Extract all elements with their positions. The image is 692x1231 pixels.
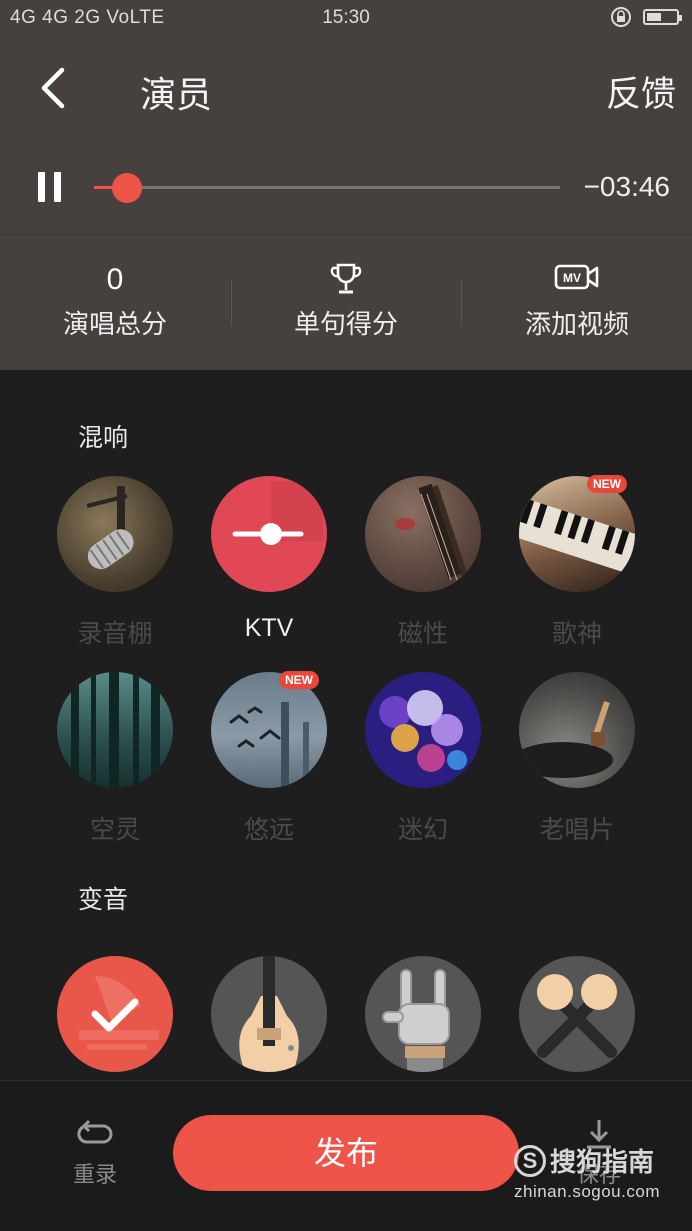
battery-icon — [643, 9, 682, 25]
record-player-icon — [519, 701, 613, 778]
effect-psychedelic[interactable]: 迷幻 — [363, 672, 483, 846]
effect-label: 空灵 — [89, 816, 140, 844]
remaining-time: −03:46 — [583, 171, 670, 202]
watermark-url: zhinan.sogou.com — [514, 1182, 660, 1201]
effect-singer-god[interactable]: NEW 歌神 — [517, 475, 637, 650]
total-score-value: 0 — [106, 263, 124, 296]
line-score-label: 单句得分 — [293, 309, 398, 339]
redo-icon — [77, 1119, 113, 1144]
total-score: 0 演唱总分 — [0, 262, 230, 341]
feedback-button[interactable]: 反馈 — [606, 66, 676, 117]
piano-icon — [519, 495, 635, 578]
birds-bridge-icon — [229, 702, 309, 788]
effect-label: 录音棚 — [77, 620, 153, 648]
add-video-label: 添加视频 — [524, 309, 629, 339]
ktv-slider-icon — [232, 481, 323, 545]
guitar-icon — [395, 483, 468, 581]
rotation-lock-icon — [611, 7, 631, 27]
publish-button[interactable]: 发布 — [173, 1115, 519, 1191]
redo-button[interactable]: 重录 — [60, 1118, 130, 1189]
effect-label: KTV — [244, 614, 294, 642]
watermark-brand: 搜狗指南 — [550, 1147, 655, 1177]
effect-ethereal[interactable]: 空灵 — [55, 672, 175, 846]
divider — [0, 234, 692, 235]
effect-label: 歌神 — [551, 620, 602, 648]
pause-icon[interactable] — [28, 165, 72, 209]
electric-guitar-icon — [239, 956, 299, 1072]
voice-duet[interactable] — [517, 956, 637, 1072]
progress-track[interactable] — [94, 186, 560, 189]
voice-change-section-title: 变音 — [78, 886, 129, 914]
status-time: 15:30 — [322, 7, 370, 28]
watermark: S 搜狗指南 zhinan.sogou.com — [514, 1142, 684, 1202]
mv-camera-icon: MV — [554, 264, 599, 290]
effect-old-record[interactable]: 老唱片 — [517, 672, 637, 846]
voice-guitar[interactable] — [209, 956, 329, 1072]
effect-label: 迷幻 — [397, 816, 448, 844]
new-badge: NEW — [587, 475, 627, 493]
rock-hand-icon — [382, 969, 450, 1072]
trophy-icon — [330, 263, 362, 294]
studio-microphone-icon — [86, 486, 134, 570]
sogou-logo-icon: S — [514, 1144, 546, 1177]
new-badge: NEW — [279, 671, 319, 689]
progress-knob[interactable] — [111, 173, 142, 203]
effect-label: 磁性 — [397, 620, 448, 648]
effect-distant[interactable]: NEW 悠远 — [209, 671, 329, 846]
gramophone-check-icon — [79, 976, 159, 1050]
voice-gramophone[interactable] — [55, 956, 175, 1072]
effect-label: 悠远 — [243, 816, 294, 844]
back-arrow-icon[interactable] — [30, 62, 78, 114]
add-video-button[interactable]: MV 添加视频 — [462, 262, 692, 341]
page-title: 演员 — [140, 74, 213, 115]
crossed-microphones-icon — [537, 974, 617, 1058]
effect-ktv[interactable]: KTV — [209, 476, 329, 643]
status-bar: 4G 4G 2G VoLTE 15:30 — [0, 0, 692, 36]
reverb-section-title: 混响 — [78, 424, 129, 452]
total-score-label: 演唱总分 — [62, 309, 167, 339]
effect-magnetic[interactable]: 磁性 — [363, 476, 483, 650]
redo-label: 重录 — [72, 1162, 117, 1187]
line-score-button[interactable]: 单句得分 — [231, 262, 461, 341]
svg-text:MV: MV — [563, 271, 581, 285]
effect-studio[interactable]: 录音棚 — [55, 476, 175, 650]
voice-rock[interactable] — [363, 956, 483, 1072]
bokeh-lights-icon — [379, 690, 467, 772]
effect-label: 老唱片 — [539, 816, 615, 844]
forest-icon — [71, 672, 160, 788]
